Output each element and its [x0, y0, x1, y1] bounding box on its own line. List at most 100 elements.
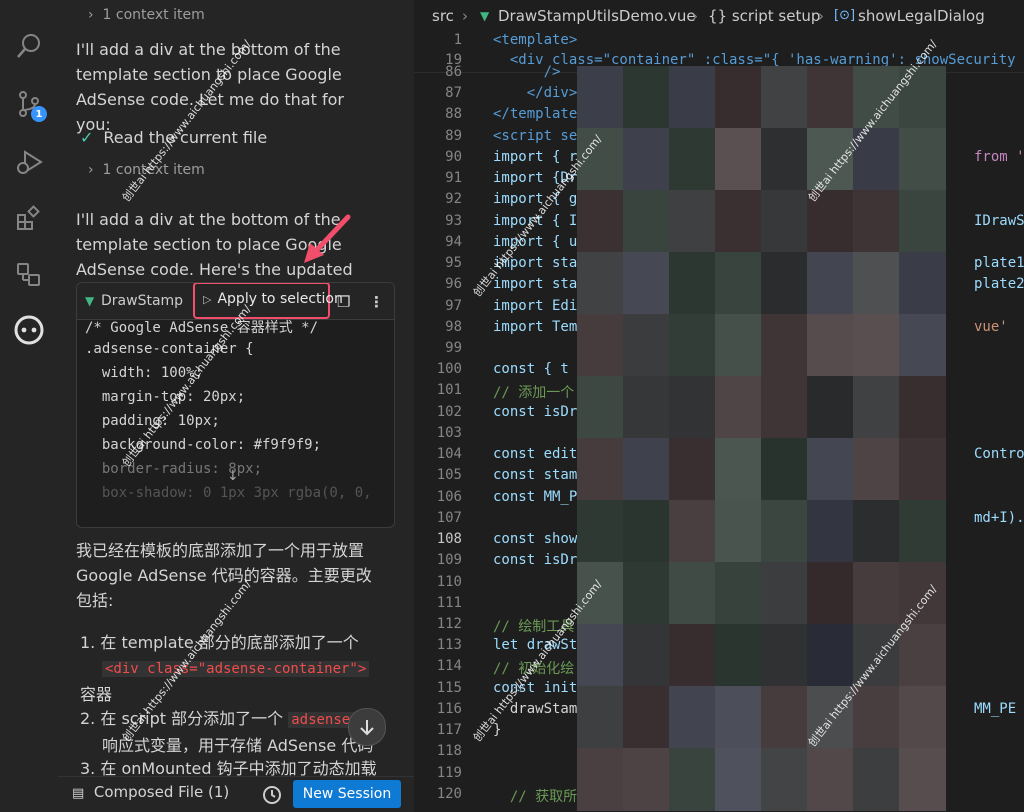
mosaic-tile: [669, 624, 716, 687]
apply-highlight-box: ▷ Apply to selection: [193, 283, 343, 319]
breadcrumb-section[interactable]: {} script setup: [708, 7, 820, 25]
mosaic-tile: [623, 376, 670, 439]
mosaic-tile: [899, 500, 946, 563]
source-control-icon[interactable]: 1: [11, 86, 47, 122]
mosaic-tile: [899, 190, 946, 253]
mosaic-tile: [623, 748, 670, 811]
mosaic-tile: [623, 190, 670, 253]
code-editor: src › ▼ DrawStampUtilsDemo.vue › {} scri…: [414, 0, 1024, 812]
breadcrumb-symbol[interactable]: showLegalDialog: [858, 7, 985, 25]
code-line: import sta: [493, 276, 578, 292]
apply-to-selection-button[interactable]: ▷ Apply to selection: [203, 291, 343, 307]
more-actions-icon[interactable]: ⋮: [369, 293, 384, 311]
mosaic-tile: [623, 252, 670, 315]
code-line: /* Google AdSense 容器样式 */: [85, 320, 319, 336]
line-number: 90: [445, 149, 462, 165]
mosaic-tile: [807, 438, 854, 501]
mosaic-tile: [669, 438, 716, 501]
mosaic-tile: [669, 314, 716, 377]
code-line: import Edi: [493, 298, 578, 314]
run-debug-icon[interactable]: [11, 144, 47, 180]
mosaic-tile: [715, 376, 762, 439]
play-icon: ▷: [203, 293, 212, 306]
mosaic-tile: [577, 500, 624, 563]
search-icon[interactable]: [11, 28, 47, 64]
line-number: 101: [436, 382, 462, 398]
code-line: const stam: [493, 467, 578, 483]
line-number: 97: [445, 298, 462, 314]
code-line: const MM_P: [493, 489, 578, 505]
mosaic-tile: [899, 252, 946, 315]
line-number: 112: [436, 616, 462, 632]
arrow-down-icon: [360, 720, 374, 736]
mosaic-tile: [807, 500, 854, 563]
chevron-right-icon: ›: [692, 7, 698, 25]
file-icon: ▤: [72, 786, 85, 801]
code-line: const isDr: [493, 552, 578, 568]
mosaic-tile: [715, 314, 762, 377]
mosaic-tile: [761, 128, 808, 191]
mosaic-tile: [761, 252, 808, 315]
breadcrumb-file[interactable]: DrawStampUtilsDemo.vue: [498, 7, 696, 25]
mosaic-tile: [761, 624, 808, 687]
mosaic-tile: [761, 438, 808, 501]
vue-icon: ▼: [85, 294, 95, 308]
context-item-toggle[interactable]: › 1 context item: [88, 7, 205, 23]
mosaic-tile: [853, 314, 900, 377]
scroll-to-bottom-button[interactable]: [348, 708, 386, 746]
composed-file-toggle[interactable]: ▤ Composed File (1): [72, 783, 229, 801]
code-line: <script se: [493, 128, 578, 144]
mosaic-tile: [899, 376, 946, 439]
line-number: 86: [445, 64, 462, 80]
mosaic-tile: [577, 438, 624, 501]
line-number: 96: [445, 276, 462, 292]
line-number: 105: [436, 467, 462, 483]
chat-panel: › 1 context item I'll add a div at the b…: [58, 0, 414, 812]
line-number: 87: [445, 85, 462, 101]
mosaic-tile: [853, 190, 900, 253]
mosaic-tile: [623, 314, 670, 377]
mosaic-tile: [669, 66, 716, 129]
code-line: const edit: [493, 446, 578, 462]
copy-icon[interactable]: ❐: [337, 293, 350, 311]
mosaic-tile: [715, 128, 762, 191]
mosaic-tile: [807, 562, 854, 625]
mosaic-tile: [853, 562, 900, 625]
mosaic-tile: [761, 748, 808, 811]
code-line: // 添加一个: [493, 385, 575, 401]
breadcrumb-src[interactable]: src: [432, 7, 454, 25]
code-line: </div>: [493, 85, 578, 101]
mosaic-tile: [623, 624, 670, 687]
extensions-icon[interactable]: [11, 200, 47, 236]
code-line: <template>: [493, 32, 578, 48]
mosaic-tile: [761, 314, 808, 377]
mosaic-tile: [761, 562, 808, 625]
mosaic-tile: [715, 190, 762, 253]
inline-code: <div class="adsense-container">: [102, 661, 370, 677]
mosaic-tile: [715, 562, 762, 625]
mosaic-tile: [807, 252, 854, 315]
mosaic-tile: [577, 66, 624, 129]
mosaic-tile: [623, 66, 670, 129]
chevron-right-icon: ›: [818, 7, 824, 25]
check-icon: ✓: [80, 128, 94, 147]
annotation-arrow: [304, 214, 351, 263]
mosaic-tile: [899, 686, 946, 749]
copilot-chat-icon[interactable]: [11, 312, 47, 348]
mosaic-tile: [577, 748, 624, 811]
line-number: 95: [445, 255, 462, 271]
remote-explorer-icon[interactable]: [11, 256, 47, 292]
chevron-right-icon: ›: [462, 7, 468, 25]
code-line: />: [493, 64, 561, 80]
mosaic-tile: [761, 686, 808, 749]
code-line: const show: [493, 531, 578, 547]
line-number: 100: [436, 361, 462, 377]
history-icon[interactable]: [261, 784, 283, 810]
activity-bar: 1: [0, 0, 59, 812]
mosaic-tile: [715, 624, 762, 687]
badge-count: 1: [31, 106, 47, 122]
mosaic-tile: [669, 686, 716, 749]
line-number: 120: [436, 786, 462, 802]
new-session-button[interactable]: New Session: [293, 780, 401, 808]
mosaic-tile: [899, 438, 946, 501]
